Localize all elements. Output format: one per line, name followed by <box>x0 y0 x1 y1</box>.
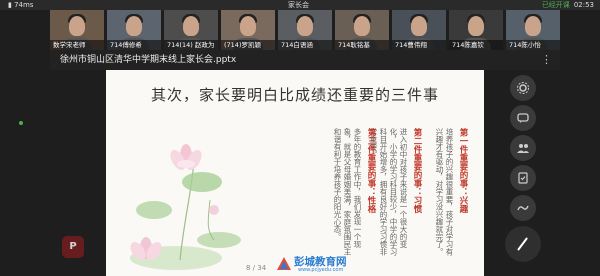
slide-point-text: 多年的教育工作中，我们发现一个现象，就是父母婚姻美满，家庭氛围民主和谐有利于培养… <box>333 128 362 256</box>
participant-tile[interactable]: 714曹伟翔 <box>392 10 446 50</box>
network-latency: ▮ 74ms <box>8 1 34 9</box>
participant-strip[interactable]: 数学宋老师 714傅修希 714(14) 赵政为 (714)罗凯颖 714白语涵 714耿… <box>50 10 560 50</box>
clock: 02:53 <box>573 1 594 9</box>
pen-icon <box>517 237 528 251</box>
participant-tile[interactable]: 714(14) 赵政为 <box>164 10 218 50</box>
meeting-title: 家长会 <box>288 1 309 9</box>
watermark-logo-icon <box>277 257 291 270</box>
participant-name: 714耿铭基 <box>335 40 389 50</box>
lotus-illustration <box>130 144 241 270</box>
slide-title: 其次，家长要明白比成绩还重要的三件事 <box>150 86 439 104</box>
page-indicator: 8 / 34 <box>246 264 267 272</box>
pen-button[interactable] <box>505 226 541 262</box>
watermark: 彭城教育网 www.pcjyedu.com <box>276 254 366 274</box>
participant-name: 714傅修希 <box>107 40 161 50</box>
members-icon[interactable] <box>510 135 536 161</box>
active-indicator-dot <box>19 121 23 125</box>
watermark-url: www.pcjyedu.com <box>298 267 344 273</box>
participant-face <box>525 16 541 36</box>
participant-tile[interactable]: 714傅修希 <box>107 10 161 50</box>
participant-tile[interactable]: 数学宋老师 <box>50 10 104 50</box>
participant-face <box>69 16 85 36</box>
participant-name: 数学宋老师 <box>50 40 104 50</box>
participant-tile[interactable]: 714陈小怡 <box>506 10 560 50</box>
participant-face <box>468 16 484 36</box>
participant-tile[interactable]: 714耿铭基 <box>335 10 389 50</box>
status-right: 已经开课 02:53 <box>542 0 594 10</box>
participant-name: 714(14) 赵政为 <box>164 40 218 50</box>
draw-icon[interactable] <box>510 195 536 221</box>
slide: 其次，家长要明白比成绩还重要的三件事 第一件重要的事：兴趣 培养孩子的兴趣很重要，… <box>106 70 484 276</box>
slide-point-text: 进入初中对孩子来说是一个很大的变化，小学的学习科目较少，中学的学习科目开始增多，… <box>369 128 408 256</box>
slide-point-heading: 第三件重要的事：性格 <box>366 128 376 213</box>
app-badge-icon[interactable]: P <box>62 236 84 258</box>
participant-face <box>297 16 313 36</box>
recording-status: 已经开课 <box>541 1 570 9</box>
participant-face <box>354 16 370 36</box>
participant-face <box>411 16 427 36</box>
participant-name: 714曹伟翔 <box>392 40 446 50</box>
vote-icon[interactable] <box>510 165 536 191</box>
settings-icon[interactable] <box>510 75 536 101</box>
file-name: 徐州市铜山区清华中学期末线上家长会.pptx <box>60 55 237 65</box>
participant-tile[interactable]: 714白语涵 <box>278 10 332 50</box>
participant-face <box>183 16 199 36</box>
chat-icon[interactable] <box>510 105 536 131</box>
participant-face <box>240 16 256 36</box>
participant-tile[interactable]: (714)罗凯颖 <box>221 10 275 50</box>
participant-name: 714陈小怡 <box>506 40 560 50</box>
participant-name: (714)罗凯颖 <box>221 40 275 50</box>
more-options-icon[interactable]: ⋮ <box>541 50 552 70</box>
participant-face <box>126 16 142 36</box>
slide-point-heading: 第一件重要的事：兴趣 <box>458 128 468 213</box>
participant-name: 714陈嘉钦 <box>449 40 503 50</box>
presentation-header: 徐州市铜山区清华中学期末线上家长会.pptx ⋮ <box>50 50 560 70</box>
status-bar: ▮ 74ms 家长会 已经开课 02:53 <box>0 0 600 10</box>
slide-point-text: 培养孩子的兴趣很重要，孩子对学习有兴趣才有驱动，对学习没兴趣就完了。 <box>435 128 454 256</box>
slide-point-heading: 第二件重要的事：习惯 <box>412 128 422 213</box>
participant-name: 714白语涵 <box>278 40 332 50</box>
participant-tile[interactable]: 714陈嘉钦 <box>449 10 503 50</box>
